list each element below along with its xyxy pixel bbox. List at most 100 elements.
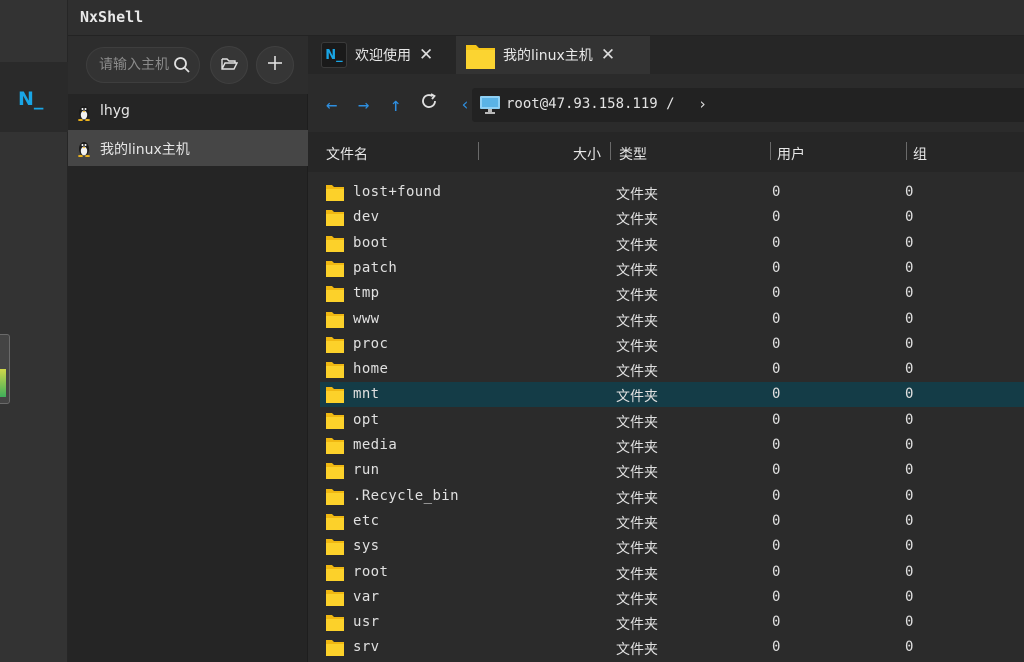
file-user: 0 bbox=[772, 639, 781, 655]
folder-icon bbox=[326, 538, 344, 555]
file-type: 文件夹 bbox=[616, 491, 658, 507]
file-name: dev bbox=[353, 209, 380, 225]
column-divider[interactable] bbox=[770, 142, 771, 160]
file-row[interactable]: etc 文件夹 0 0 bbox=[320, 509, 1024, 534]
file-list-header: 文件名 大小 类型 用户 组 bbox=[308, 132, 1024, 172]
file-type: 文件夹 bbox=[616, 339, 658, 355]
folder-icon bbox=[326, 285, 344, 302]
file-row[interactable]: var 文件夹 0 0 bbox=[320, 585, 1024, 610]
host-item-lhyg[interactable]: lhyg bbox=[68, 94, 308, 130]
column-header-group[interactable]: 组 bbox=[913, 144, 927, 164]
nxshell-logo: N_ bbox=[18, 88, 44, 110]
host-search-input[interactable] bbox=[99, 55, 173, 75]
column-header-name[interactable]: 文件名 bbox=[326, 144, 368, 164]
file-name: run bbox=[353, 462, 380, 478]
folder-icon bbox=[326, 488, 344, 505]
file-row[interactable]: tmp 文件夹 0 0 bbox=[320, 281, 1024, 306]
file-user: 0 bbox=[772, 235, 781, 251]
file-group: 0 bbox=[905, 209, 914, 225]
file-group: 0 bbox=[905, 488, 914, 504]
host-item-label: lhyg bbox=[100, 103, 130, 119]
close-icon[interactable]: ✕ bbox=[419, 45, 433, 65]
linux-penguin-icon bbox=[76, 140, 92, 161]
file-row[interactable]: lost+found 文件夹 0 0 bbox=[320, 180, 1024, 205]
path-scroll-left-icon[interactable]: ‹ bbox=[460, 95, 470, 115]
tab-label: 我的linux主机 bbox=[503, 48, 593, 64]
back-arrow-icon[interactable]: ← bbox=[326, 94, 337, 116]
file-type: 文件夹 bbox=[616, 592, 658, 608]
folder-icon bbox=[326, 462, 344, 479]
file-type: 文件夹 bbox=[616, 567, 658, 583]
file-row[interactable]: home 文件夹 0 0 bbox=[320, 357, 1024, 382]
file-row[interactable]: media 文件夹 0 0 bbox=[320, 433, 1024, 458]
folder-icon bbox=[326, 209, 344, 226]
column-divider[interactable] bbox=[906, 142, 907, 160]
file-type: 文件夹 bbox=[616, 389, 658, 405]
file-row[interactable]: sys 文件夹 0 0 bbox=[320, 534, 1024, 559]
add-host-button[interactable] bbox=[256, 46, 294, 84]
file-row[interactable]: usr 文件夹 0 0 bbox=[320, 610, 1024, 635]
folder-icon bbox=[326, 336, 344, 353]
file-group: 0 bbox=[905, 437, 914, 453]
file-row[interactable]: .Recycle_bin 文件夹 0 0 bbox=[320, 484, 1024, 509]
column-header-type[interactable]: 类型 bbox=[619, 144, 647, 164]
file-user: 0 bbox=[772, 361, 781, 377]
file-group: 0 bbox=[905, 361, 914, 377]
file-group: 0 bbox=[905, 386, 914, 402]
file-user: 0 bbox=[772, 564, 781, 580]
open-folder-button[interactable] bbox=[210, 46, 248, 84]
file-name: etc bbox=[353, 513, 380, 529]
file-name: var bbox=[353, 589, 380, 605]
column-header-user[interactable]: 用户 bbox=[777, 144, 805, 164]
folder-icon bbox=[326, 235, 344, 252]
close-icon[interactable]: ✕ bbox=[601, 45, 615, 65]
file-group: 0 bbox=[905, 538, 914, 554]
file-name: boot bbox=[353, 235, 389, 251]
search-icon[interactable] bbox=[173, 56, 191, 78]
folder-icon bbox=[326, 564, 344, 581]
forward-arrow-icon[interactable]: → bbox=[358, 94, 369, 116]
file-row[interactable]: www 文件夹 0 0 bbox=[320, 307, 1024, 332]
file-user: 0 bbox=[772, 336, 781, 352]
nxshell-tab-icon: N_ bbox=[321, 42, 347, 68]
tab-my-linux-host[interactable]: 我的linux主机 ✕ bbox=[456, 36, 650, 74]
folder-icon bbox=[326, 639, 344, 656]
file-type: 文件夹 bbox=[616, 617, 658, 633]
file-group: 0 bbox=[905, 462, 914, 478]
file-row[interactable]: opt 文件夹 0 0 bbox=[320, 408, 1024, 433]
file-name: patch bbox=[353, 260, 398, 276]
file-row[interactable]: run 文件夹 0 0 bbox=[320, 458, 1024, 483]
column-divider[interactable] bbox=[610, 142, 611, 160]
up-arrow-icon[interactable]: ↑ bbox=[390, 94, 401, 116]
file-row[interactable]: proc 文件夹 0 0 bbox=[320, 332, 1024, 357]
monitor-icon bbox=[480, 96, 500, 118]
refresh-icon[interactable] bbox=[420, 92, 438, 115]
host-panel: lhyg 我的linux主机 bbox=[68, 36, 308, 662]
file-row[interactable]: srv 文件夹 0 0 bbox=[320, 635, 1024, 660]
path-expand-chevron-icon[interactable]: › bbox=[698, 95, 707, 113]
file-row[interactable]: mnt 文件夹 0 0 bbox=[320, 382, 1024, 407]
nxshell-logo-tile[interactable]: N_ bbox=[0, 62, 68, 132]
file-type: 文件夹 bbox=[616, 288, 658, 304]
file-row[interactable]: patch 文件夹 0 0 bbox=[320, 256, 1024, 281]
host-item-my-linux[interactable]: 我的linux主机 bbox=[68, 130, 308, 166]
navigation-bar: ← → ↑ ‹ root@47.93.158.119 / › bbox=[308, 74, 1024, 132]
file-user: 0 bbox=[772, 184, 781, 200]
file-row[interactable]: boot 文件夹 0 0 bbox=[320, 231, 1024, 256]
folder-icon bbox=[326, 386, 344, 403]
host-search-box[interactable] bbox=[86, 47, 200, 83]
file-name: proc bbox=[353, 336, 389, 352]
file-row[interactable]: root 文件夹 0 0 bbox=[320, 560, 1024, 585]
file-user: 0 bbox=[772, 260, 781, 276]
file-user: 0 bbox=[772, 437, 781, 453]
plus-icon bbox=[267, 55, 283, 75]
tab-welcome[interactable]: N_ 欢迎使用 ✕ bbox=[318, 36, 454, 74]
column-header-size[interactable]: 大小 bbox=[573, 144, 601, 164]
path-bar[interactable]: root@47.93.158.119 / › bbox=[472, 88, 1024, 122]
file-type: 文件夹 bbox=[616, 364, 658, 380]
file-user: 0 bbox=[772, 589, 781, 605]
folder-icon bbox=[326, 184, 344, 201]
file-row[interactable]: dev 文件夹 0 0 bbox=[320, 205, 1024, 230]
file-group: 0 bbox=[905, 311, 914, 327]
column-divider[interactable] bbox=[478, 142, 479, 160]
